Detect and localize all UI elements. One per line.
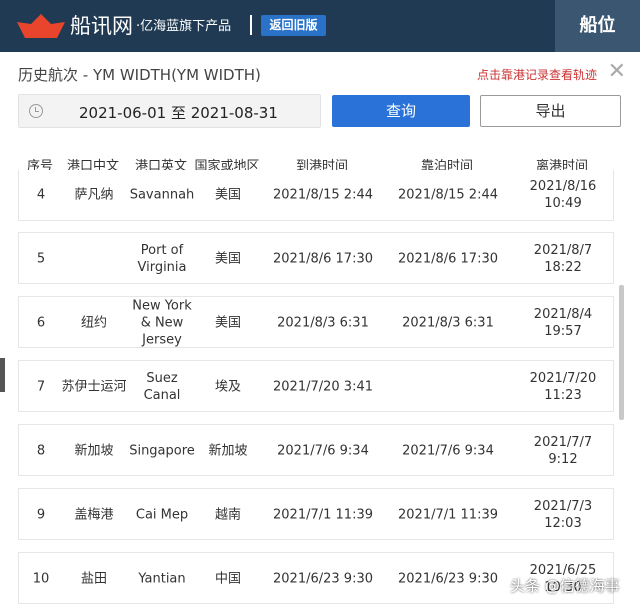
cell-departure-time: 2021/8/4 19:57 xyxy=(533,307,593,339)
cell-arrival-time: 2021/6/23 9:30 xyxy=(273,571,373,587)
cell-departure-time: 2021/8/7 18:22 xyxy=(533,243,593,275)
cell-berth-time: 2021/6/23 9:30 xyxy=(398,571,498,587)
brand-name[interactable]: 船讯网 xyxy=(70,12,133,40)
cell-country: 越南 xyxy=(214,507,242,523)
export-button[interactable]: 导出 xyxy=(480,95,621,127)
cell-port-cn: 纽约 xyxy=(80,315,108,331)
cell-berth-time: 2021/7/6 9:34 xyxy=(402,443,494,459)
divider xyxy=(250,15,252,35)
cell-departure-time: 2021/7/20 11:23 xyxy=(529,371,597,403)
top-bar: 船讯网 ·亿海蓝旗下产品 返回旧版 船位 xyxy=(0,0,640,52)
cell-port-en: Yantian xyxy=(138,571,186,587)
cell-country: 美国 xyxy=(214,187,242,203)
date-range-value: 2021-06-01 至 2021-08-31 xyxy=(79,104,278,122)
table-row[interactable]: 8 新加坡 Singapore 新加坡 2021/7/6 9:34 2021/7/6 9:… xyxy=(18,424,614,476)
cell-index: 6 xyxy=(36,315,46,331)
cell-port-cn: 萨凡纳 xyxy=(74,187,114,203)
side-handle[interactable] xyxy=(0,358,5,392)
close-icon[interactable]: ✕ xyxy=(608,60,626,84)
ship-position-tab[interactable]: 船位 xyxy=(555,0,640,52)
cell-port-en: Savannah xyxy=(129,187,195,203)
cell-country: 新加坡 xyxy=(208,443,248,459)
cell-index: 7 xyxy=(36,379,46,395)
cell-index: 4 xyxy=(36,187,46,203)
cell-arrival-time: 2021/8/3 6:31 xyxy=(277,315,369,331)
cell-index: 5 xyxy=(36,251,46,267)
table-row[interactable]: 6 纽约 New York & New Jersey 美国 2021/8/3 6:31 2… xyxy=(18,296,614,348)
cell-port-cn: 苏伊士运河 xyxy=(61,379,127,395)
panel-title: 历史航次 - YM WIDTH(YM WIDTH) xyxy=(18,66,261,84)
cell-port-en: New York & New Jersey xyxy=(132,298,192,348)
old-version-button[interactable]: 返回旧版 xyxy=(261,15,326,36)
cell-port-cn: 新加坡 xyxy=(74,443,114,459)
cell-berth-time: 2021/8/15 2:44 xyxy=(398,187,498,203)
clock-icon xyxy=(29,104,43,118)
brand-subtitle: ·亿海蓝旗下产品 xyxy=(136,19,232,34)
cell-arrival-time: 2021/8/15 2:44 xyxy=(273,187,373,203)
cell-country: 中国 xyxy=(214,571,242,587)
table-row[interactable]: 7 苏伊士运河 Suez Canal 埃及 2021/7/20 3:41 2021/7/2… xyxy=(18,360,614,412)
cell-departure-time: 2021/7/7 9:12 xyxy=(533,435,593,467)
cell-country: 埃及 xyxy=(214,379,242,395)
scrollbar[interactable] xyxy=(619,285,624,420)
cell-arrival-time: 2021/8/6 17:30 xyxy=(273,251,373,267)
table-row[interactable]: 4 萨凡纳 Savannah 美国 2021/8/15 2:44 2021/8/15 2:… xyxy=(18,170,614,221)
query-button[interactable]: 查询 xyxy=(332,95,470,127)
cell-port-en: Suez Canal xyxy=(143,371,181,403)
cell-arrival-time: 2021/7/1 11:39 xyxy=(273,507,373,523)
watermark: 头条 @信德海事 xyxy=(510,577,620,595)
cell-port-cn: 盐田 xyxy=(80,571,108,587)
cell-port-en: Singapore xyxy=(129,443,195,459)
cell-arrival-time: 2021/7/6 9:34 xyxy=(277,443,369,459)
table-row[interactable]: 9 盖梅港 Cai Mep 越南 2021/7/1 11:39 2021/7/1 11:3… xyxy=(18,488,614,540)
cell-berth-time: 2021/7/1 11:39 xyxy=(398,507,498,523)
cell-departure-time: 2021/7/3 12:03 xyxy=(533,499,593,531)
cell-country: 美国 xyxy=(214,251,242,267)
cell-departure-time: 2021/8/16 10:49 xyxy=(529,179,597,211)
cell-port-en: Cai Mep xyxy=(135,507,189,523)
cell-port-en: Port of Virginia xyxy=(137,243,187,275)
date-range-input[interactable]: 2021-06-01 至 2021-08-31 xyxy=(18,94,321,128)
cell-index: 9 xyxy=(36,507,46,523)
track-hint: 点击靠港记录查看轨迹 xyxy=(476,68,597,82)
ship-logo-icon xyxy=(17,14,65,38)
cell-berth-time: 2021/8/6 17:30 xyxy=(398,251,498,267)
cell-index: 10 xyxy=(32,571,50,587)
cell-country: 美国 xyxy=(214,315,242,331)
cell-index: 8 xyxy=(36,443,46,459)
cell-arrival-time: 2021/7/20 3:41 xyxy=(273,379,373,395)
cell-berth-time: 2021/8/3 6:31 xyxy=(402,315,494,331)
cell-port-cn: 盖梅港 xyxy=(74,507,114,523)
table-row[interactable]: 5 Port of Virginia 美国 2021/8/6 17:30 2021/8/… xyxy=(18,232,614,284)
